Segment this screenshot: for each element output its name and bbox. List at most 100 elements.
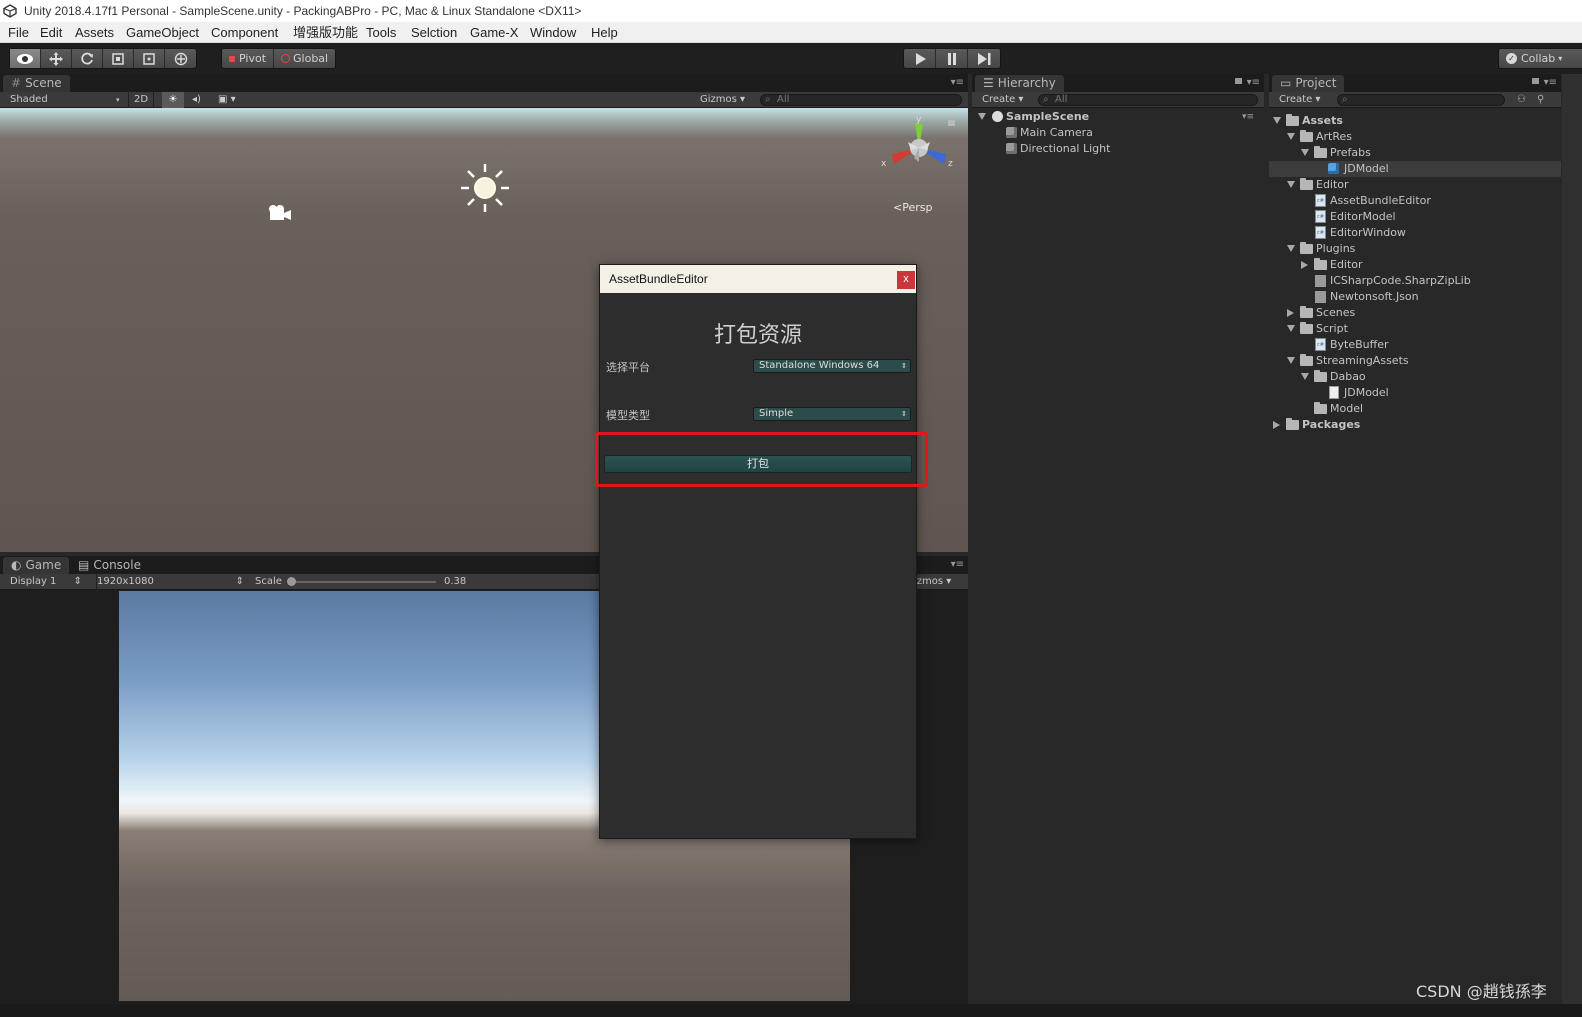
effects-dropdown[interactable]: ▣ ▾ <box>218 92 236 108</box>
scene-tab-label: Scene <box>25 76 62 90</box>
tab-project[interactable]: ▭ Project <box>1272 75 1345 92</box>
tab-game[interactable]: ◐ Game <box>3 557 70 574</box>
menu-help[interactable]: Help <box>591 22 618 43</box>
lock-icon[interactable] <box>1235 78 1242 84</box>
hierarchy-create-dropdown[interactable]: Create ▾ <box>982 92 1023 108</box>
project-folder-plugins-editor[interactable]: Editor <box>1269 257 1561 273</box>
lighting-toggle[interactable]: ☀ <box>162 92 184 108</box>
project-folder-packages[interactable]: Packages <box>1269 417 1561 433</box>
project-folder-editor[interactable]: Editor <box>1269 177 1561 193</box>
menu-assets[interactable]: Assets <box>75 22 114 43</box>
watermark: CSDN @趙钱孫李 <box>1416 982 1547 1001</box>
menu-file[interactable]: File <box>8 22 29 43</box>
project-script-item[interactable]: c# EditorModel <box>1269 209 1561 225</box>
filter-by-label-icon[interactable]: ⚲ <box>1537 92 1544 108</box>
tab-console[interactable]: ▤ Console <box>70 557 149 574</box>
gizmos-dropdown[interactable]: Gizmos ▾ <box>700 92 745 108</box>
folder-icon <box>1286 418 1299 430</box>
panel-menu-icon[interactable]: ▾≡ <box>1544 77 1557 88</box>
tab-hierarchy[interactable]: ☰ Hierarchy <box>975 75 1064 92</box>
project-file-item[interactable]: JDModel <box>1269 385 1561 401</box>
filter-by-type-icon[interactable]: ⚇ <box>1517 92 1526 108</box>
assetbundle-editor-window: AssetBundleEditor x 打包资源 选择平台 Standalone… <box>599 264 917 839</box>
2d-toggle[interactable]: 2D <box>128 92 154 108</box>
tree-label: StreamingAssets <box>1316 354 1409 367</box>
csharp-script-icon: c# <box>1315 338 1326 351</box>
model-type-dropdown[interactable]: Simple ⇕ <box>753 407 911 421</box>
project-create-dropdown[interactable]: Create ▾ <box>1279 92 1320 108</box>
tab-scene[interactable]: # Scene <box>3 75 70 92</box>
menu-component[interactable]: Component <box>211 22 278 43</box>
display-dropdown[interactable]: Display 1 ⇕ <box>10 574 86 590</box>
project-control-bar: Create ▾ ⌕ ⚇ ⚲ <box>1269 92 1561 108</box>
gameobject-icon <box>1006 127 1017 138</box>
play-button[interactable] <box>904 49 936 68</box>
project-asset-jdmodel-prefab[interactable]: JDModel <box>1269 161 1561 177</box>
project-dll-item[interactable]: Newtonsoft.Json <box>1269 289 1561 305</box>
project-create-label: Create <box>1279 94 1313 105</box>
move-tool-button[interactable] <box>41 49 72 68</box>
menu-edit[interactable]: Edit <box>40 22 62 43</box>
global-toggle[interactable]: Global <box>274 49 335 68</box>
project-folder-prefabs[interactable]: Prefabs <box>1269 145 1561 161</box>
lock-icon[interactable] <box>948 120 955 126</box>
project-dll-item[interactable]: ICSharpCode.SharpZipLib <box>1269 273 1561 289</box>
hierarchy-scene-row[interactable]: SampleScene ▾≡ <box>972 109 1264 125</box>
project-folder-plugins[interactable]: Plugins <box>1269 241 1561 257</box>
project-folder-streamingassets[interactable]: StreamingAssets <box>1269 353 1561 369</box>
audio-toggle[interactable]: ◂) <box>192 92 201 108</box>
project-folder-assets[interactable]: Assets <box>1269 113 1561 129</box>
scale-tool-button[interactable] <box>103 49 134 68</box>
rect-transform-icon <box>143 52 155 65</box>
sun-light-icon <box>461 164 509 212</box>
lock-icon[interactable] <box>1532 78 1539 84</box>
scale-slider[interactable] <box>288 581 436 583</box>
dialog-close-button[interactable]: x <box>897 271 915 289</box>
project-search-input[interactable]: ⌕ <box>1337 94 1505 106</box>
panel-menu-icon[interactable]: ▾≡ <box>951 559 964 570</box>
scene-search-input[interactable]: ⌕ All <box>760 94 962 106</box>
hierarchy-item[interactable]: Directional Light <box>972 141 1264 157</box>
transform-tool-button[interactable] <box>165 49 196 68</box>
pivot-toggle[interactable]: Pivot <box>222 49 275 68</box>
global-label: Global <box>293 52 329 65</box>
project-folder-scenes[interactable]: Scenes <box>1269 305 1561 321</box>
menu-game-x[interactable]: Game-X <box>470 22 518 43</box>
view-tool-button[interactable] <box>10 49 41 68</box>
project-folder-artres[interactable]: ArtRes <box>1269 129 1561 145</box>
shading-mode-dropdown[interactable]: Shaded <box>10 92 122 108</box>
platform-dropdown[interactable]: Standalone Windows 64 ⇕ <box>753 359 911 373</box>
game-gizmos-label: izmos <box>914 576 944 587</box>
pause-button[interactable] <box>936 49 968 68</box>
menu-gameobject[interactable]: GameObject <box>126 22 199 43</box>
panel-menu-icon[interactable]: ▾≡ <box>951 77 964 88</box>
project-folder-script[interactable]: Script <box>1269 321 1561 337</box>
scene-menu-icon[interactable]: ▾≡ <box>1242 109 1254 125</box>
rotate-tool-button[interactable] <box>72 49 103 68</box>
resolution-dropdown[interactable]: 1920x1080 ⇕ <box>96 574 248 590</box>
game-gizmos-dropdown[interactable]: izmos ▾ <box>914 574 951 590</box>
unity-logo-icon <box>3 4 17 18</box>
scene-control-bar: Shaded ▾ 2D ☀ ◂) ▣ ▾ Gizmos ▾ ⌕ All <box>0 92 968 108</box>
hierarchy-search-input[interactable]: ⌕ All <box>1038 94 1258 106</box>
dialog-title-bar[interactable]: AssetBundleEditor x <box>600 265 916 293</box>
menu-tools[interactable]: Tools <box>366 22 396 43</box>
persp-toggle[interactable]: <Persp <box>893 201 932 214</box>
step-button[interactable] <box>968 49 1000 68</box>
platform-label: 选择平台 <box>606 361 650 374</box>
combined-transform-icon <box>174 52 187 65</box>
hierarchy-item[interactable]: Main Camera <box>972 125 1264 141</box>
collab-button[interactable]: ✓ Collab ▾ <box>1498 48 1582 69</box>
project-folder-model[interactable]: Model <box>1269 401 1561 417</box>
project-script-item[interactable]: c# AssetBundleEditor <box>1269 193 1561 209</box>
project-script-item[interactable]: c# EditorWindow <box>1269 225 1561 241</box>
menu-enhanced-features[interactable]: 增强版功能 <box>293 22 358 43</box>
folder-icon: ▭ <box>1280 76 1292 90</box>
panel-menu-icon[interactable]: ▾≡ <box>1247 77 1260 88</box>
menu-selction[interactable]: Selction <box>411 22 457 43</box>
project-folder-dabao[interactable]: Dabao <box>1269 369 1561 385</box>
scale-slider-handle[interactable] <box>287 577 296 586</box>
rect-tool-button[interactable] <box>134 49 165 68</box>
project-script-item[interactable]: c# ByteBuffer <box>1269 337 1561 353</box>
menu-window[interactable]: Window <box>530 22 576 43</box>
